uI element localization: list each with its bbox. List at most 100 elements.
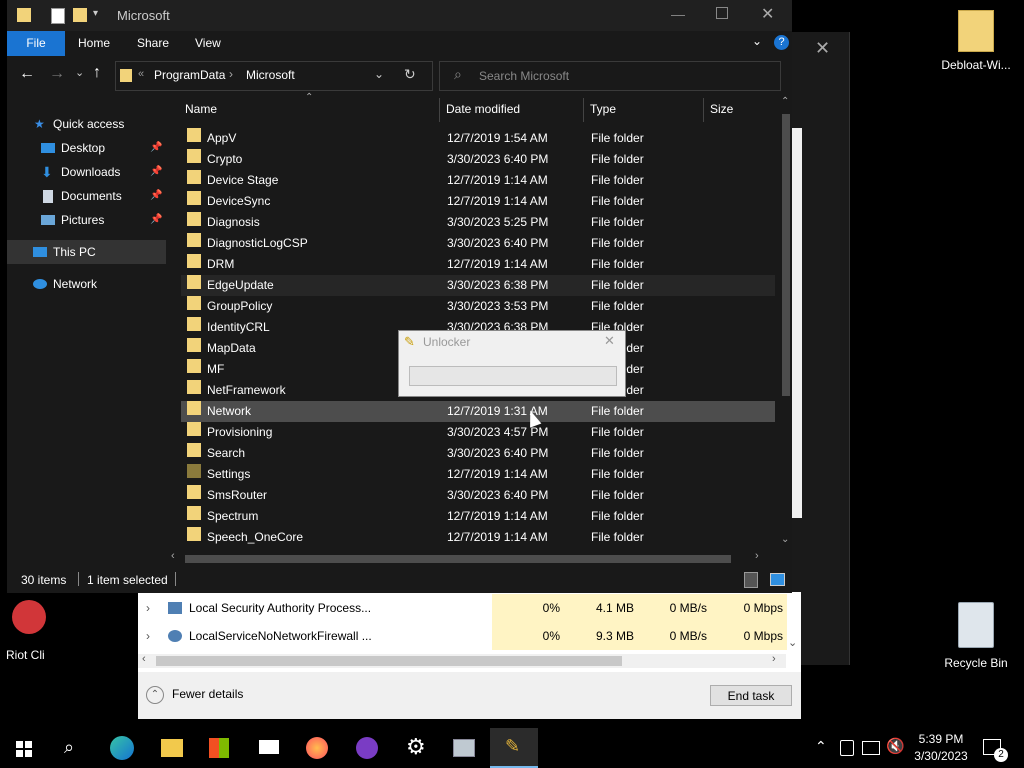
tab-home[interactable]: Home	[78, 31, 110, 56]
taskbar-firefox[interactable]	[294, 728, 342, 768]
file-row[interactable]: DRM 12/7/2019 1:14 AM File folder	[181, 254, 775, 275]
breadcrumb-overflow[interactable]: «	[138, 68, 144, 80]
close-icon[interactable]: ✕	[761, 4, 774, 24]
chevron-right-icon[interactable]: ›	[772, 653, 776, 665]
chevron-up-icon[interactable]: ⌃	[781, 96, 789, 107]
column-header-date-modified[interactable]: Date modified	[446, 96, 520, 122]
horizontal-scrollbar[interactable]: ‹ ›	[138, 653, 786, 668]
chevron-up-icon[interactable]: ⌃	[815, 738, 827, 755]
sidebar-item-downloads[interactable]: ⬇ Downloads 📌	[7, 160, 166, 184]
breadcrumb-microsoft[interactable]: Microsoft	[246, 68, 295, 82]
scrollbar-thumb[interactable]	[156, 656, 622, 666]
sidebar-item-documents[interactable]: Documents 📌	[7, 184, 166, 208]
tab-file[interactable]: File	[7, 31, 65, 56]
taskbar-file-explorer[interactable]	[148, 728, 196, 768]
column-divider[interactable]	[439, 98, 440, 122]
chevron-down-icon[interactable]: ⌄	[781, 534, 789, 545]
file-row[interactable]: Search 3/30/2023 6:40 PM File folder	[181, 443, 775, 464]
scrollbar-thumb[interactable]	[782, 114, 790, 396]
horizontal-scrollbar[interactable]: ‹ ›	[171, 550, 771, 566]
file-row[interactable]: AppV 12/7/2019 1:54 AM File folder	[181, 128, 775, 149]
search-button[interactable]: ⌕	[48, 728, 96, 768]
chevron-down-icon[interactable]: ⌄	[788, 636, 797, 649]
maximize-icon[interactable]	[716, 7, 728, 19]
file-row[interactable]: Settings 12/7/2019 1:14 AM File folder	[181, 464, 775, 485]
close-icon[interactable]: ✕	[815, 38, 835, 58]
chevron-right-icon[interactable]: ›	[755, 550, 759, 562]
chevron-right-icon[interactable]: ›	[146, 622, 150, 650]
pin-icon[interactable]: 📌	[150, 136, 162, 160]
large-icons-view-icon[interactable]	[770, 573, 785, 586]
up-arrow-icon[interactable]: ↑	[93, 64, 101, 82]
chevron-left-icon[interactable]: ‹	[142, 653, 146, 665]
table-row[interactable]: › LocalServiceNoNetworkFirewall ... 0% 9…	[138, 622, 801, 650]
chevron-down-icon[interactable]: ▾	[93, 8, 98, 19]
chevron-down-icon[interactable]: ⌄	[752, 34, 762, 48]
file-row[interactable]: DiagnosticLogCSP 3/30/2023 6:40 PM File fo…	[181, 233, 775, 254]
taskbar-task-manager[interactable]	[440, 728, 488, 768]
sidebar-item-pictures[interactable]: Pictures 📌	[7, 208, 166, 232]
help-icon[interactable]: ?	[774, 35, 789, 50]
volume-muted-icon[interactable]: 🔇	[886, 737, 905, 755]
taskbar-store[interactable]	[196, 728, 244, 768]
file-row[interactable]: Crypto 3/30/2023 6:40 PM File folder	[181, 149, 775, 170]
taskbar-edge[interactable]	[98, 728, 146, 768]
sidebar-item-this-pc[interactable]: This PC	[7, 240, 166, 264]
file-row[interactable]: Speech_OneCore 12/7/2019 1:14 AM File fold…	[181, 527, 775, 548]
column-header-type[interactable]: Type	[590, 96, 616, 122]
chevron-right-icon[interactable]: ›	[146, 594, 150, 622]
desktop-icon-riot[interactable]: Riot Cli	[6, 600, 52, 662]
address-bar[interactable]: « ProgramData › Microsoft ⌄ ↻	[115, 61, 433, 91]
chevron-left-icon[interactable]: ‹	[171, 550, 175, 562]
column-header-name[interactable]: Name	[185, 96, 217, 122]
taskbar-unlocker[interactable]: ✎	[490, 728, 538, 768]
refresh-icon[interactable]: ↻	[404, 66, 416, 83]
file-row[interactable]: Provisioning 3/30/2023 4:57 PM File folder	[181, 422, 775, 443]
chevron-up-icon[interactable]: ⌃	[146, 686, 164, 704]
file-row[interactable]: Device Stage 12/7/2019 1:14 AM File folder	[181, 170, 775, 191]
column-divider[interactable]	[703, 98, 704, 122]
file-row[interactable]: SmsRouter 3/30/2023 6:40 PM File folder	[181, 485, 775, 506]
pin-icon[interactable]: 📌	[150, 184, 162, 208]
forward-arrow-icon[interactable]: →	[49, 65, 65, 83]
file-row[interactable]: Network 12/7/2019 1:31 AM File folder	[181, 401, 775, 422]
vertical-scrollbar[interactable]: ⌃ ⌄	[779, 96, 793, 551]
file-row[interactable]: GroupPolicy 3/30/2023 3:53 PM File folder	[181, 296, 775, 317]
clock-time[interactable]: 5:39 PM	[916, 732, 966, 746]
fewer-details-link[interactable]: Fewer details	[172, 687, 243, 701]
file-row[interactable]: DeviceSync 12/7/2019 1:14 AM File folder	[181, 191, 775, 212]
pin-icon[interactable]: 📌	[150, 208, 162, 232]
end-task-button[interactable]: End task	[710, 685, 792, 706]
details-view-icon[interactable]	[744, 572, 758, 588]
desktop-icon-recycle-bin[interactable]: Recycle Bin	[936, 602, 1016, 670]
minimize-icon[interactable]: —	[671, 6, 685, 22]
search-input[interactable]: ⌕ Search Microsoft	[439, 61, 781, 91]
chevron-down-icon[interactable]: ⌄	[75, 66, 84, 79]
desktop-icon-debloat[interactable]: Debloat-Wi...	[936, 10, 1016, 72]
table-row[interactable]: › Local Security Authority Process... 0%…	[138, 594, 801, 622]
column-header-size[interactable]: Size	[710, 96, 733, 122]
pin-icon[interactable]: 📌	[150, 160, 162, 184]
scrollbar-thumb[interactable]	[185, 555, 731, 563]
file-row[interactable]: Diagnosis 3/30/2023 5:25 PM File folder	[181, 212, 775, 233]
properties-icon[interactable]	[51, 8, 65, 24]
back-arrow-icon[interactable]: ←	[19, 65, 35, 83]
sidebar-item-desktop[interactable]: Desktop 📌	[7, 136, 166, 160]
clock-date[interactable]: 3/30/2023	[910, 749, 972, 763]
breadcrumb-programdata[interactable]: ProgramData	[154, 68, 225, 82]
taskbar-settings[interactable]: ⚙	[392, 728, 440, 768]
tab-view[interactable]: View	[195, 31, 221, 56]
start-button[interactable]	[0, 728, 48, 768]
file-row[interactable]: EdgeUpdate 3/30/2023 6:38 PM File folder	[181, 275, 775, 296]
network-icon[interactable]	[862, 741, 880, 755]
close-icon[interactable]: ✕	[604, 333, 615, 349]
taskbar-mask-app[interactable]	[344, 728, 392, 768]
taskbar-mail[interactable]	[246, 728, 294, 768]
tab-share[interactable]: Share	[137, 31, 169, 56]
folder-icon	[187, 401, 201, 415]
meet-now-icon[interactable]	[840, 740, 854, 756]
column-divider[interactable]	[583, 98, 584, 122]
file-row[interactable]: Spectrum 12/7/2019 1:14 AM File folder	[181, 506, 775, 527]
new-folder-icon[interactable]	[73, 8, 87, 22]
chevron-down-icon[interactable]: ⌄	[374, 67, 384, 81]
